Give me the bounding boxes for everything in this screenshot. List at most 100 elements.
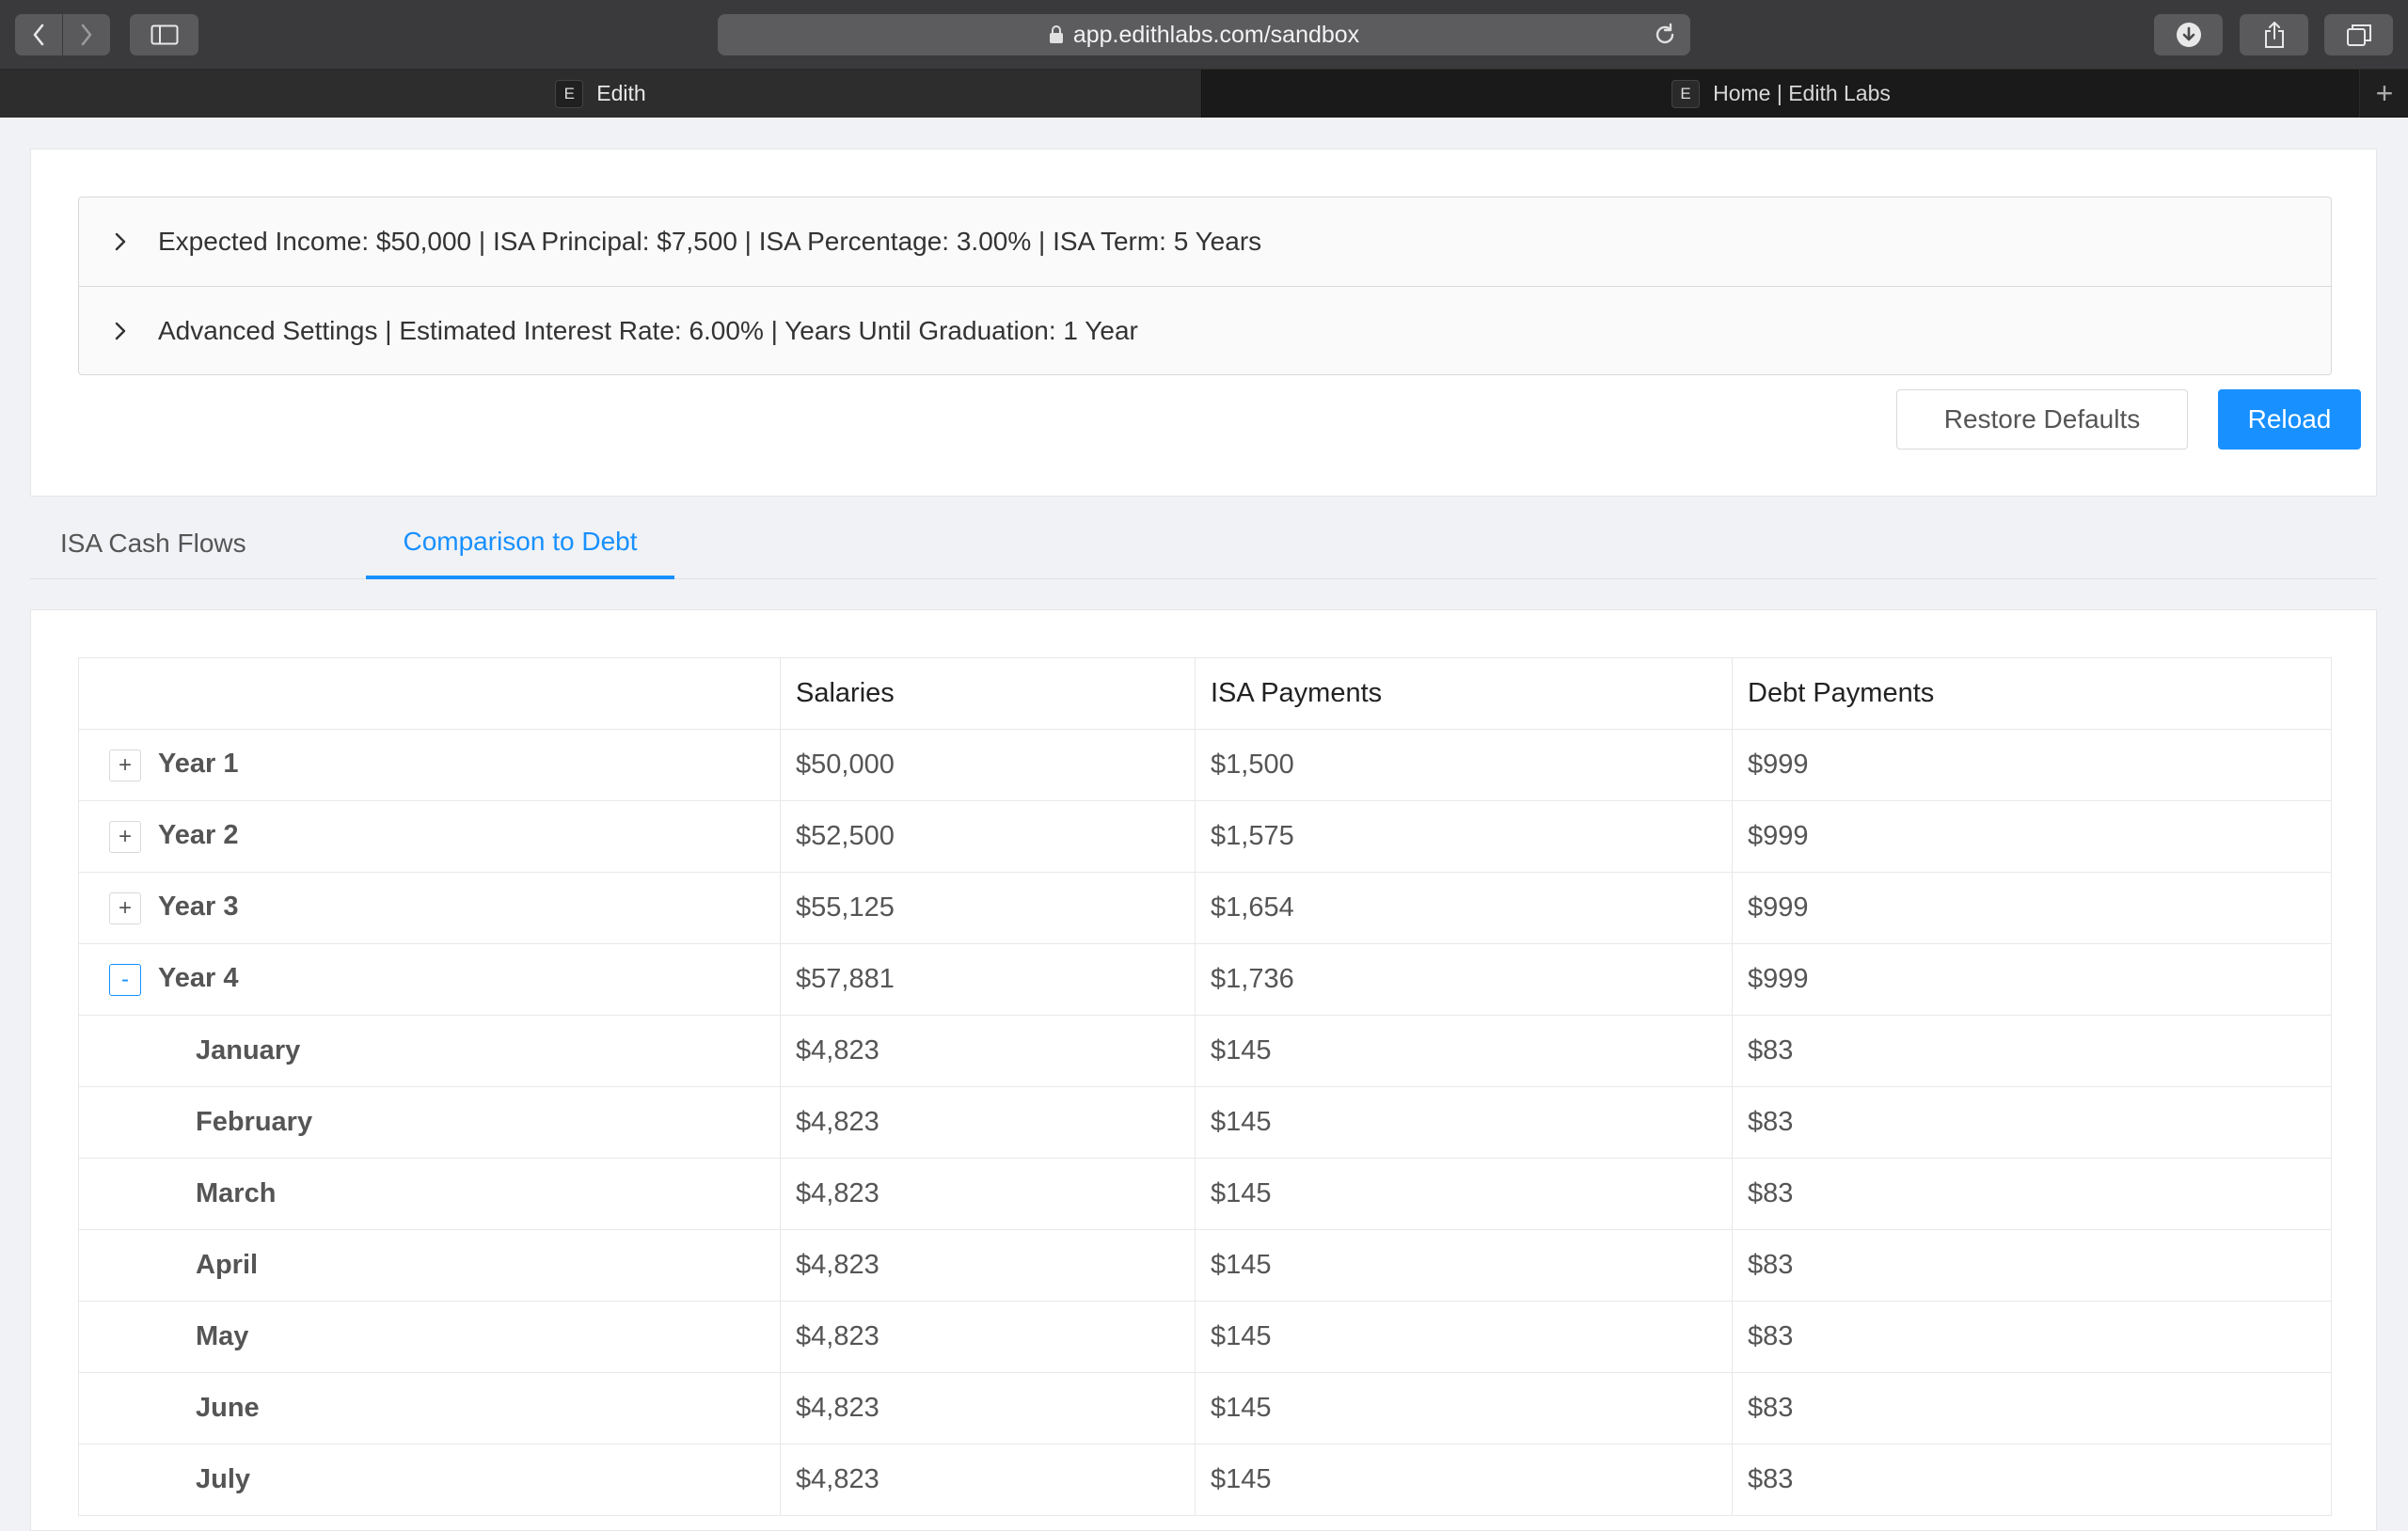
favicon-icon: E <box>1671 79 1701 108</box>
advanced-settings-text: Advanced Settings | Estimated Interest R… <box>158 315 1138 345</box>
comparison-table-card: Salaries ISA Payments Debt Payments + Yea… <box>30 609 2377 1531</box>
table-row-year: + Year 1 $50,000 $1,500 $999 <box>78 729 2332 801</box>
salary-cell: $4,823 <box>780 1444 1196 1516</box>
address-bar[interactable]: app.edithlabs.com/sandbox <box>718 14 1690 55</box>
table-row-year: + Year 2 $52,500 $1,575 $999 <box>78 800 2332 873</box>
table-row-month: June $4,823 $145 $83 <box>78 1372 2332 1444</box>
isa-payment-cell: $1,500 <box>1195 729 1733 801</box>
settings-summary-text: Expected Income: $50,000 | ISA Principal… <box>158 227 1262 256</box>
row-label: June <box>78 1372 781 1444</box>
isa-payment-cell: $145 <box>1195 1229 1733 1302</box>
debt-payment-cell: $999 <box>1732 943 2332 1016</box>
column-header-isa-payments: ISA Payments <box>1195 657 1733 730</box>
salary-cell: $50,000 <box>780 729 1196 801</box>
row-label: Year 1 <box>158 749 239 780</box>
chevron-right-icon <box>113 230 132 253</box>
share-button[interactable] <box>2240 14 2308 55</box>
isa-payment-cell: $145 <box>1195 1015 1733 1087</box>
row-label: March <box>78 1158 781 1230</box>
table-row-month: May $4,823 $145 $83 <box>78 1301 2332 1373</box>
favicon-icon: E <box>555 79 584 108</box>
tabs-overview-button[interactable] <box>2324 14 2393 55</box>
row-label: Year 2 <box>158 820 239 851</box>
browser-toolbar: app.edithlabs.com/sandbox <box>0 0 2408 70</box>
salary-cell: $4,823 <box>780 1372 1196 1444</box>
isa-payment-cell: $145 <box>1195 1301 1733 1373</box>
salary-cell: $52,500 <box>780 800 1196 873</box>
forward-button[interactable] <box>63 14 110 55</box>
column-header-debt-payments: Debt Payments <box>1732 657 2332 730</box>
isa-payment-cell: $1,654 <box>1195 872 1733 944</box>
year-cell: + Year 3 <box>78 872 781 944</box>
debt-payment-cell: $83 <box>1732 1158 2332 1230</box>
salary-cell: $4,823 <box>780 1229 1196 1302</box>
tab-isa-cash-flows[interactable]: ISA Cash Flows <box>60 508 246 579</box>
page-tabs: ISA Cash Flows Comparison to Debt <box>30 508 2377 579</box>
expand-row-button[interactable]: + <box>109 749 141 781</box>
salary-cell: $4,823 <box>780 1158 1196 1230</box>
row-label: Year 3 <box>158 892 239 923</box>
isa-payment-cell: $145 <box>1195 1444 1733 1516</box>
settings-collapse: Expected Income: $50,000 | ISA Principal… <box>78 197 2332 375</box>
table-row-month: April $4,823 $145 $83 <box>78 1229 2332 1302</box>
sidebar-icon <box>150 24 178 45</box>
debt-payment-cell: $999 <box>1732 800 2332 873</box>
sidebar-toggle-button[interactable] <box>130 14 198 55</box>
debt-payment-cell: $999 <box>1732 872 2332 944</box>
comparison-table: Salaries ISA Payments Debt Payments + Yea… <box>78 657 2332 1516</box>
debt-payment-cell: $83 <box>1732 1015 2332 1087</box>
table-row-month: March $4,823 $145 $83 <box>78 1158 2332 1230</box>
row-label: May <box>78 1301 781 1373</box>
salary-cell: $4,823 <box>780 1086 1196 1159</box>
salary-cell: $57,881 <box>780 943 1196 1016</box>
downloads-button[interactable] <box>2154 14 2223 55</box>
row-label: January <box>78 1015 781 1087</box>
browser-tab-edith[interactable]: E Edith <box>0 70 1202 118</box>
salary-cell: $55,125 <box>780 872 1196 944</box>
url-text: app.edithlabs.com/sandbox <box>1072 21 1360 48</box>
isa-payment-cell: $145 <box>1195 1372 1733 1444</box>
table-row-month: January $4,823 $145 $83 <box>78 1015 2332 1087</box>
restore-defaults-button[interactable]: Restore Defaults <box>1896 389 2188 450</box>
table-row-month: February $4,823 $145 $83 <box>78 1086 2332 1159</box>
table-header-row: Salaries ISA Payments Debt Payments <box>78 657 2332 730</box>
salary-cell: $4,823 <box>780 1301 1196 1373</box>
year-cell: + Year 2 <box>78 800 781 873</box>
expand-row-button[interactable]: + <box>109 820 141 853</box>
chevron-right-icon <box>113 320 132 342</box>
table-row-year: + Year 3 $55,125 $1,654 $999 <box>78 872 2332 944</box>
browser-tab-bar: E Edith E Home | Edith Labs + <box>0 70 2408 118</box>
row-label: Year 4 <box>158 963 239 994</box>
column-header-period <box>78 657 781 730</box>
debt-payment-cell: $83 <box>1732 1372 2332 1444</box>
year-cell: - Year 4 <box>78 943 781 1016</box>
download-icon <box>2176 23 2201 47</box>
tab-comparison-to-debt[interactable]: Comparison to Debt <box>366 508 674 579</box>
tab-title: Edith <box>596 81 646 105</box>
isa-payment-cell: $145 <box>1195 1158 1733 1230</box>
chevron-left-icon <box>33 24 44 46</box>
browser-tab-home[interactable]: E Home | Edith Labs <box>1203 70 2360 118</box>
isa-payment-cell: $1,575 <box>1195 800 1733 873</box>
debt-payment-cell: $83 <box>1732 1444 2332 1516</box>
chevron-right-icon <box>81 24 92 46</box>
year-cell: + Year 1 <box>78 729 781 801</box>
row-label: February <box>78 1086 781 1159</box>
reload-icon[interactable] <box>1653 23 1677 54</box>
isa-payment-cell: $1,736 <box>1195 943 1733 1016</box>
new-tab-button[interactable]: + <box>2361 70 2408 118</box>
row-label: July <box>78 1444 781 1516</box>
debt-payment-cell: $999 <box>1732 729 2332 801</box>
expand-row-button[interactable]: + <box>109 892 141 924</box>
back-button[interactable] <box>15 14 62 55</box>
tab-title: Home | Edith Labs <box>1713 81 1891 105</box>
tabs-icon <box>2346 24 2371 46</box>
advanced-settings-panel[interactable]: Advanced Settings | Estimated Interest R… <box>79 286 2331 374</box>
collapse-row-button[interactable]: - <box>109 963 141 996</box>
debt-payment-cell: $83 <box>1732 1301 2332 1373</box>
settings-summary-panel[interactable]: Expected Income: $50,000 | ISA Principal… <box>79 197 2331 286</box>
reload-button[interactable]: Reload <box>2218 389 2361 450</box>
settings-card: Expected Income: $50,000 | ISA Principal… <box>30 149 2377 497</box>
debt-payment-cell: $83 <box>1732 1086 2332 1159</box>
share-icon <box>2264 22 2284 48</box>
